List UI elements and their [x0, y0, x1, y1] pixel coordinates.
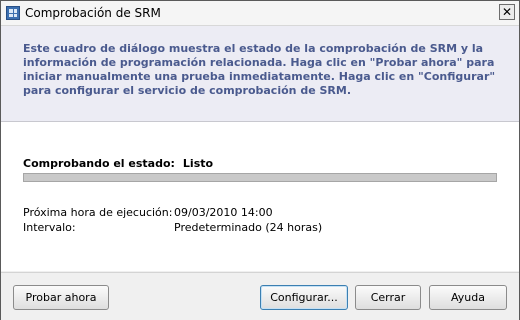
status-label: Comprobando el estado: — [23, 157, 175, 170]
window-app-icon — [6, 6, 20, 20]
interval-value: Predeterminado (24 horas) — [174, 221, 323, 234]
status-progress-bar — [23, 173, 497, 182]
close-button[interactable]: Cerrar — [355, 285, 421, 310]
srm-check-dialog: Comprobación de SRM ✕ Este cuadro de diá… — [0, 0, 520, 320]
title-bar[interactable]: Comprobación de SRM ✕ — [1, 1, 519, 26]
status-panel: Comprobando el estado: Listo Próxima hora… — [1, 122, 519, 271]
help-button[interactable]: Ayuda — [429, 285, 507, 310]
status-line: Comprobando el estado: Listo — [23, 157, 213, 170]
configure-button[interactable]: Configurar... — [260, 285, 348, 310]
description-banner: Este cuadro de diálogo muestra el estado… — [1, 26, 519, 122]
status-value: Listo — [182, 157, 214, 170]
close-icon[interactable]: ✕ — [499, 4, 515, 20]
next-run-label: Próxima hora de ejecución: — [23, 206, 173, 219]
test-now-button[interactable]: Probar ahora — [13, 285, 109, 310]
progress-fill — [24, 174, 496, 181]
description-text: Este cuadro de diálogo muestra el estado… — [23, 42, 496, 97]
interval-label: Intervalo: — [23, 221, 76, 234]
window-title: Comprobación de SRM — [25, 6, 161, 20]
button-bar: Probar ahora Configurar... Cerrar Ayuda — [1, 272, 519, 320]
next-run-value: 09/03/2010 14:00 — [174, 206, 273, 219]
